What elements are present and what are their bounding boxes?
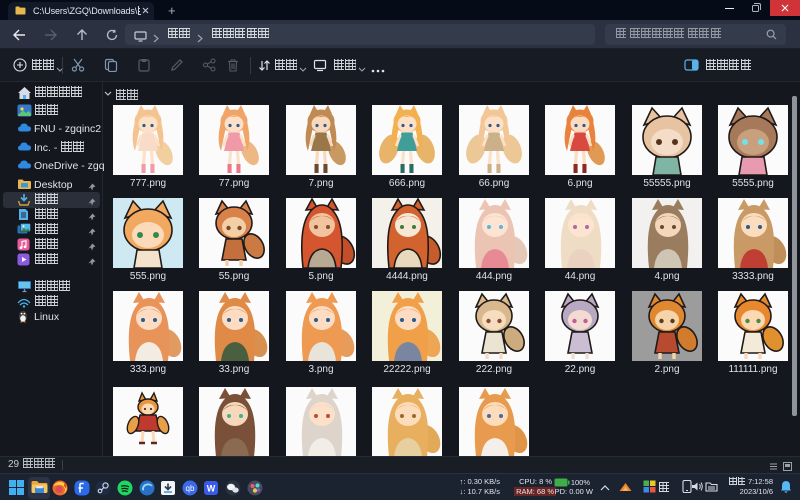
- svg-text:W: W: [207, 484, 216, 494]
- svg-text:qb: qb: [185, 484, 194, 493]
